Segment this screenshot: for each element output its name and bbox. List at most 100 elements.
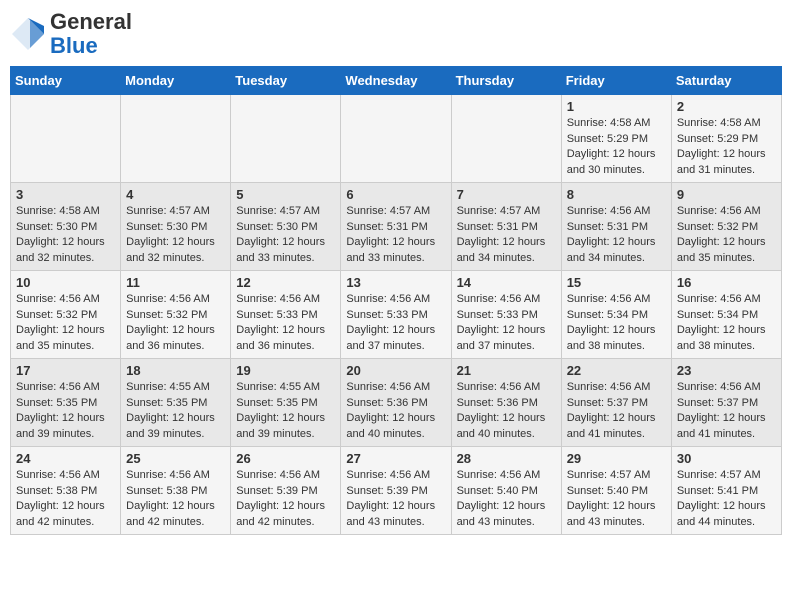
day-number: 18: [126, 363, 225, 378]
week-row-5: 24 Sunrise: 4:56 AM Sunset: 5:38 PM Dayli…: [11, 447, 782, 535]
day-cell: 27Sunrise: 4:56 AM Sunset: 5:39 PM Dayli…: [341, 447, 451, 535]
calendar-body: 1Sunrise: 4:58 AM Sunset: 5:29 PM Daylig…: [11, 95, 782, 535]
day-cell: 14Sunrise: 4:56 AM Sunset: 5:33 PM Dayli…: [451, 271, 561, 359]
day-number: 13: [346, 275, 445, 290]
day-number: 3: [16, 187, 115, 202]
day-number: 29: [567, 451, 666, 466]
day-info: Sunrise: 4:58 AM Sunset: 5:29 PM Dayligh…: [677, 116, 776, 178]
header-day-friday: Friday: [561, 67, 671, 95]
day-cell: 6 Sunrise: 4:57 AM Sunset: 5:31 PM Daylig…: [341, 183, 451, 271]
week-row-4: 17 Sunrise: 4:56 AM Sunset: 5:35 PM Dayli…: [11, 359, 782, 447]
day-number: 8: [567, 187, 666, 202]
day-info: Sunrise: 4:56 AM Sunset: 5:32 PM Dayligh…: [677, 204, 776, 266]
day-number: 27: [346, 451, 445, 466]
day-cell: 30 Sunrise: 4:57 AM Sunset: 5:41 PM Dayli…: [671, 447, 781, 535]
day-number: 20: [346, 363, 445, 378]
day-cell: [341, 95, 451, 183]
day-number: 14: [457, 275, 556, 290]
day-cell: 28 Sunrise: 4:56 AM Sunset: 5:40 PM Dayli…: [451, 447, 561, 535]
logo-icon: [10, 16, 46, 52]
header-day-monday: Monday: [121, 67, 231, 95]
day-cell: 29Sunrise: 4:57 AM Sunset: 5:40 PM Dayli…: [561, 447, 671, 535]
day-info: Sunrise: 4:56 AM Sunset: 5:39 PM Dayligh…: [236, 468, 335, 530]
day-number: 30: [677, 451, 776, 466]
day-cell: 5 Sunrise: 4:57 AM Sunset: 5:30 PM Daylig…: [231, 183, 341, 271]
day-number: 6: [346, 187, 445, 202]
day-cell: 11 Sunrise: 4:56 AM Sunset: 5:32 PM Dayli…: [121, 271, 231, 359]
day-info: Sunrise: 4:56 AM Sunset: 5:35 PM Dayligh…: [16, 380, 115, 442]
day-info: Sunrise: 4:56 AM Sunset: 5:33 PM Dayligh…: [236, 292, 335, 354]
day-cell: 4 Sunrise: 4:57 AM Sunset: 5:30 PM Daylig…: [121, 183, 231, 271]
day-info: Sunrise: 4:55 AM Sunset: 5:35 PM Dayligh…: [236, 380, 335, 442]
day-info: Sunrise: 4:56 AM Sunset: 5:33 PM Dayligh…: [346, 292, 445, 354]
day-number: 25: [126, 451, 225, 466]
day-info: Sunrise: 4:57 AM Sunset: 5:30 PM Dayligh…: [236, 204, 335, 266]
day-number: 10: [16, 275, 115, 290]
day-number: 11: [126, 275, 225, 290]
day-cell: 8 Sunrise: 4:56 AM Sunset: 5:31 PM Daylig…: [561, 183, 671, 271]
day-info: Sunrise: 4:56 AM Sunset: 5:36 PM Dayligh…: [346, 380, 445, 442]
day-cell: 19 Sunrise: 4:55 AM Sunset: 5:35 PM Dayli…: [231, 359, 341, 447]
day-number: 23: [677, 363, 776, 378]
day-number: 2: [677, 99, 776, 114]
day-cell: 22Sunrise: 4:56 AM Sunset: 5:37 PM Dayli…: [561, 359, 671, 447]
week-row-2: 3 Sunrise: 4:58 AM Sunset: 5:30 PM Daylig…: [11, 183, 782, 271]
day-number: 24: [16, 451, 115, 466]
day-info: Sunrise: 4:56 AM Sunset: 5:40 PM Dayligh…: [457, 468, 556, 530]
day-cell: 16 Sunrise: 4:56 AM Sunset: 5:34 PM Dayli…: [671, 271, 781, 359]
page-header: General Blue: [10, 10, 782, 58]
day-info: Sunrise: 4:56 AM Sunset: 5:38 PM Dayligh…: [16, 468, 115, 530]
day-number: 15: [567, 275, 666, 290]
day-info: Sunrise: 4:58 AM Sunset: 5:30 PM Dayligh…: [16, 204, 115, 266]
day-info: Sunrise: 4:56 AM Sunset: 5:31 PM Dayligh…: [567, 204, 666, 266]
day-cell: 24 Sunrise: 4:56 AM Sunset: 5:38 PM Dayli…: [11, 447, 121, 535]
header-day-sunday: Sunday: [11, 67, 121, 95]
day-cell: 13 Sunrise: 4:56 AM Sunset: 5:33 PM Dayli…: [341, 271, 451, 359]
day-number: 4: [126, 187, 225, 202]
day-cell: 25Sunrise: 4:56 AM Sunset: 5:38 PM Dayli…: [121, 447, 231, 535]
day-cell: 12 Sunrise: 4:56 AM Sunset: 5:33 PM Dayli…: [231, 271, 341, 359]
calendar-header: SundayMondayTuesdayWednesdayThursdayFrid…: [11, 67, 782, 95]
day-number: 21: [457, 363, 556, 378]
logo-blue: Blue: [50, 34, 132, 58]
header-day-tuesday: Tuesday: [231, 67, 341, 95]
day-number: 7: [457, 187, 556, 202]
day-cell: 15 Sunrise: 4:56 AM Sunset: 5:34 PM Dayli…: [561, 271, 671, 359]
day-number: 5: [236, 187, 335, 202]
day-cell: 20 Sunrise: 4:56 AM Sunset: 5:36 PM Dayli…: [341, 359, 451, 447]
day-number: 28: [457, 451, 556, 466]
day-cell: 23 Sunrise: 4:56 AM Sunset: 5:37 PM Dayli…: [671, 359, 781, 447]
day-number: 19: [236, 363, 335, 378]
day-cell: [231, 95, 341, 183]
header-day-thursday: Thursday: [451, 67, 561, 95]
day-cell: 21Sunrise: 4:56 AM Sunset: 5:36 PM Dayli…: [451, 359, 561, 447]
header-row: SundayMondayTuesdayWednesdayThursdayFrid…: [11, 67, 782, 95]
day-cell: [121, 95, 231, 183]
logo-general: General: [50, 10, 132, 34]
day-info: Sunrise: 4:56 AM Sunset: 5:34 PM Dayligh…: [567, 292, 666, 354]
header-day-saturday: Saturday: [671, 67, 781, 95]
day-info: Sunrise: 4:57 AM Sunset: 5:31 PM Dayligh…: [346, 204, 445, 266]
day-cell: 26 Sunrise: 4:56 AM Sunset: 5:39 PM Dayli…: [231, 447, 341, 535]
day-cell: 18Sunrise: 4:55 AM Sunset: 5:35 PM Dayli…: [121, 359, 231, 447]
day-info: Sunrise: 4:57 AM Sunset: 5:41 PM Dayligh…: [677, 468, 776, 530]
day-info: Sunrise: 4:58 AM Sunset: 5:29 PM Dayligh…: [567, 116, 666, 178]
logo: General Blue: [10, 10, 132, 58]
day-info: Sunrise: 4:56 AM Sunset: 5:32 PM Dayligh…: [16, 292, 115, 354]
day-info: Sunrise: 4:56 AM Sunset: 5:32 PM Dayligh…: [126, 292, 225, 354]
week-row-1: 1Sunrise: 4:58 AM Sunset: 5:29 PM Daylig…: [11, 95, 782, 183]
week-row-3: 10 Sunrise: 4:56 AM Sunset: 5:32 PM Dayli…: [11, 271, 782, 359]
day-info: Sunrise: 4:57 AM Sunset: 5:31 PM Dayligh…: [457, 204, 556, 266]
day-info: Sunrise: 4:56 AM Sunset: 5:37 PM Dayligh…: [677, 380, 776, 442]
day-cell: 3 Sunrise: 4:58 AM Sunset: 5:30 PM Daylig…: [11, 183, 121, 271]
day-info: Sunrise: 4:56 AM Sunset: 5:34 PM Dayligh…: [677, 292, 776, 354]
day-cell: 17 Sunrise: 4:56 AM Sunset: 5:35 PM Dayli…: [11, 359, 121, 447]
day-number: 12: [236, 275, 335, 290]
day-info: Sunrise: 4:57 AM Sunset: 5:30 PM Dayligh…: [126, 204, 225, 266]
header-day-wednesday: Wednesday: [341, 67, 451, 95]
day-number: 26: [236, 451, 335, 466]
calendar-table: SundayMondayTuesdayWednesdayThursdayFrid…: [10, 66, 782, 535]
day-number: 16: [677, 275, 776, 290]
day-cell: 2 Sunrise: 4:58 AM Sunset: 5:29 PM Daylig…: [671, 95, 781, 183]
day-number: 17: [16, 363, 115, 378]
